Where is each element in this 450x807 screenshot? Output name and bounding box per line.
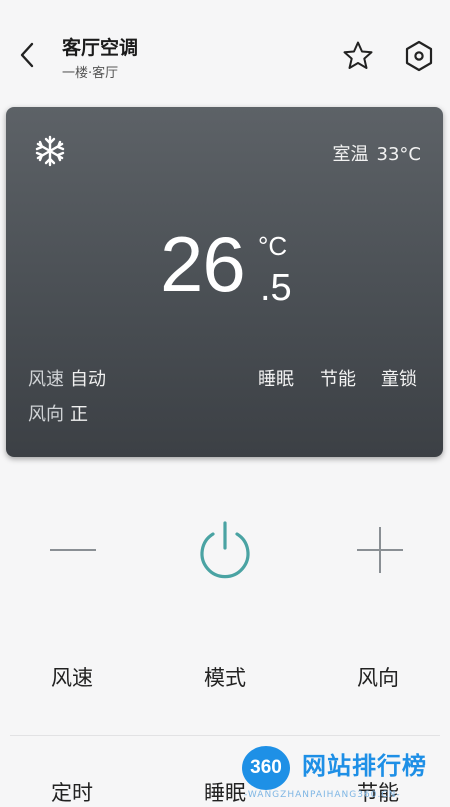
watermark-name: 网站排行榜 [302, 752, 427, 780]
fan-speed-value: 自动 [70, 369, 106, 390]
watermark: 360 网站排行榜 -WANGZHANPAIHANG360.CN- [236, 738, 450, 800]
minus-icon [50, 549, 96, 551]
fan-speed-status: 风速 自动 [28, 365, 106, 391]
back-button[interactable] [10, 38, 44, 72]
settings-hexagon-icon [405, 40, 433, 72]
fan-direction-label: 风向 [28, 404, 64, 425]
energy-saving-flag: 节能 [320, 369, 356, 390]
temperature-down-button[interactable] [43, 525, 103, 575]
snowflake-icon [35, 135, 65, 167]
star-icon [343, 41, 373, 69]
plus-icon [357, 527, 403, 573]
timer-button[interactable]: 定时 [27, 777, 117, 807]
divider [10, 735, 440, 736]
mode-button[interactable]: 模式 [180, 662, 270, 692]
room-temperature-label: 室温 [332, 144, 369, 165]
watermark-badge: 360 [242, 746, 290, 790]
fan-speed-button[interactable]: 风速 [27, 662, 117, 692]
sleep-flag: 睡眠 [258, 369, 294, 390]
page-title: 客厅空调 [62, 37, 139, 59]
watermark-domain: -WANGZHANPAIHANG360.CN- [244, 790, 401, 800]
power-button[interactable] [193, 515, 257, 585]
target-temperature-decimal: .5 [260, 267, 292, 309]
temperature-up-button[interactable] [350, 525, 410, 575]
page-subtitle: 一楼·客厅 [62, 66, 119, 81]
room-temperature: 室温 33°C [333, 140, 421, 166]
child-lock-flag: 童锁 [381, 369, 417, 390]
status-card: 室温 33°C 26 °C .5 风速 自动 风向正 睡眠 节能 童锁 [6, 107, 443, 457]
back-arrow-icon [20, 42, 34, 68]
favorite-button[interactable] [340, 38, 376, 74]
fan-speed-label: 风速 [28, 369, 64, 390]
target-temperature: 26 [160, 220, 246, 308]
fan-direction-status: 风向正 [28, 400, 88, 426]
control-row [0, 505, 450, 595]
temperature-unit: °C [258, 231, 288, 261]
fan-direction-button[interactable]: 风向 [333, 662, 423, 692]
fan-direction-value: 正 [70, 404, 88, 425]
room-temperature-value: 33°C [376, 144, 421, 165]
settings-button[interactable] [401, 38, 437, 74]
header: 客厅空调 一楼·客厅 [0, 0, 450, 100]
power-icon [200, 521, 250, 579]
